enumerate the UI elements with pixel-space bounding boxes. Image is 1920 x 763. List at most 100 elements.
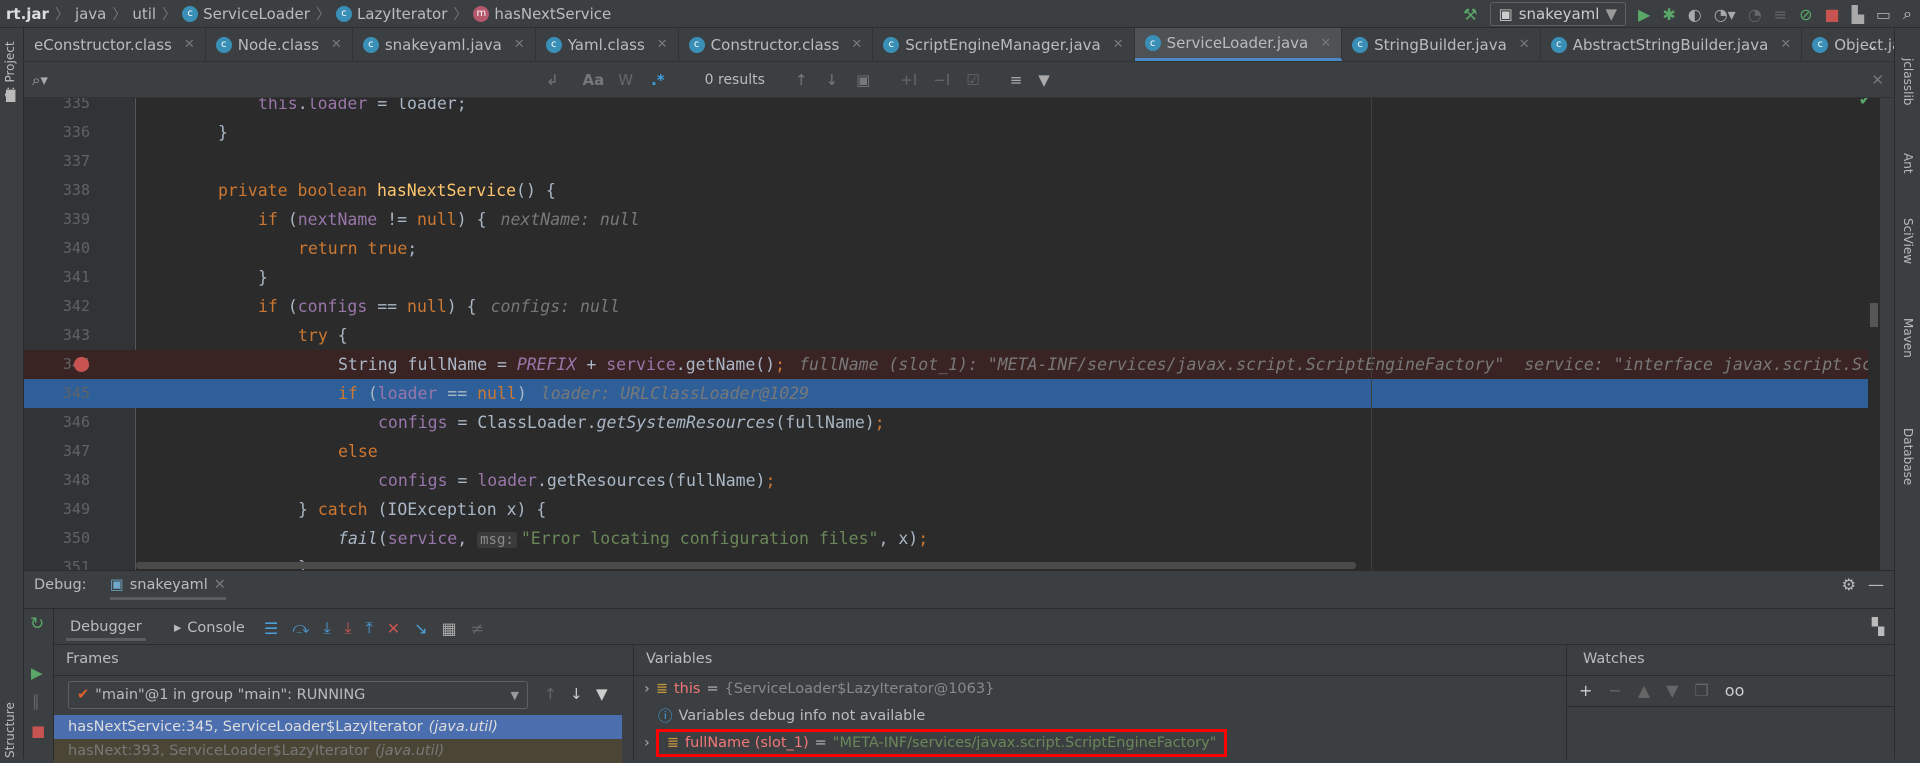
code-line[interactable]: 335 this.loader = loader; [24,98,1880,118]
close-session-icon[interactable]: ✕ [214,577,226,593]
prev-frame-icon[interactable]: ↑ [544,685,557,703]
tab-debugger[interactable]: Debugger [66,615,146,641]
close-tab-icon[interactable]: ✕ [1780,37,1791,52]
breadcrumb-hasnextservice[interactable]: m hasNextService [473,5,611,23]
step-out-icon[interactable]: ⤒ [366,618,373,638]
structure-tool-button[interactable]: Structure [3,702,17,758]
minimize-icon[interactable]: — [1868,575,1884,594]
sciview-tool-button[interactable]: SciView [1901,218,1915,264]
resume-icon[interactable]: ▶ [31,664,43,682]
line-number[interactable]: 345 [54,379,90,408]
code-line[interactable]: 348 configs = loader.getResources(fullNam… [24,466,1880,495]
line-number[interactable]: 336 [54,118,90,147]
select-all-icon[interactable]: ▣ [856,71,870,89]
frame-item[interactable]: hasNextService:345, ServiceLoader$LazyIt… [54,715,622,739]
code-line[interactable]: 337 [24,147,1880,176]
select-all-occurrences-icon[interactable]: ☑ [966,71,979,89]
next-occurrence-icon[interactable]: ↓ [825,71,838,89]
code-line[interactable]: 341} [24,263,1880,292]
line-number[interactable]: 350 [54,524,90,553]
line-number[interactable]: 343 [54,321,90,350]
tab-constructor-class[interactable]: c Constructor.class ✕ [678,28,874,61]
line-number[interactable]: 348 [54,466,90,495]
code-line[interactable]: 339 if (nextName != null) {nextName: null [24,205,1880,234]
code-line[interactable]: 347 else [24,437,1880,466]
debug-session-tab[interactable]: ▣ snakeyaml ✕ [110,577,226,600]
filter-frames-icon[interactable]: ▼ [596,685,608,703]
breakpoint-icon[interactable] [74,357,89,372]
code-editor[interactable]: 335 this.loader = loader; 336} 337 338 privat… [24,98,1880,570]
tab-econstructor-class[interactable]: eConstructor.class ✕ [24,28,206,61]
breadcrumb-util[interactable]: util [132,5,156,23]
step-over-icon[interactable]: ⤼ [292,618,309,638]
build-hammer-icon[interactable]: ⚒ [1463,5,1477,24]
close-tab-icon[interactable]: ✕ [184,37,195,52]
maven-tool-button[interactable]: Maven [1901,318,1915,358]
variable-this[interactable]: › ≣ this = {ServiceLoader$LazyIterator@1063} [644,681,994,697]
add-watch-icon[interactable]: + [1579,681,1592,700]
regex-toggle[interactable]: .* [651,71,665,89]
drop-frame-icon[interactable]: ✕ [387,619,400,638]
close-tab-icon[interactable]: ✕ [1519,37,1530,52]
search-icon[interactable]: ⌕▾ [32,71,48,89]
tab-console[interactable]: ▸ Console [174,615,245,641]
code-line[interactable]: 340 return true; [24,234,1880,263]
line-number[interactable]: 338 [54,176,90,205]
close-search-icon[interactable]: ✕ [1871,71,1884,89]
debug-bug-icon[interactable]: ✱ [1662,5,1675,24]
expand-chevron-icon[interactable]: › [644,681,650,697]
frame-item[interactable]: hasNext:393, ServiceLoader$LazyIterator(… [54,739,622,763]
close-tab-icon[interactable]: ✕ [657,37,668,52]
new-line-icon[interactable]: ↲ [546,71,559,89]
run-config-select[interactable]: ▣ snakeyaml ▼ [1489,2,1626,26]
tab-node-class[interactable]: c Node.class ✕ [205,28,353,61]
line-number[interactable]: 349 [54,495,90,524]
stop-icon[interactable]: ■ [1824,5,1839,24]
thread-select[interactable]: ✔ "main"@1 in group "main": RUNNING ▼ [68,681,528,709]
line-number[interactable]: 342 [54,292,90,321]
step-into-icon[interactable]: ⤓ [323,618,330,638]
expand-chevron-icon[interactable]: › [644,735,650,751]
add-selection-icon[interactable]: +I [900,71,917,89]
tab-snakeyaml-java[interactable]: c snakeyaml.java ✕ [352,28,536,61]
line-number[interactable]: 340 [54,234,90,263]
code-line[interactable]: 349} catch (IOException x) { [24,495,1880,524]
search-input[interactable] [55,72,536,87]
line-number[interactable]: 346 [54,408,90,437]
line-number[interactable]: 335 [54,98,90,118]
close-tab-icon[interactable]: ✕ [851,37,862,52]
line-number[interactable]: 339 [54,205,90,234]
match-case-toggle[interactable]: Aa [583,71,605,89]
close-tab-icon[interactable]: ✕ [1113,37,1124,52]
line-number[interactable]: 347 [54,437,90,466]
close-tab-icon[interactable]: ✕ [1320,36,1331,51]
rerun-icon[interactable]: ↻ [30,614,44,634]
close-tab-icon[interactable]: ✕ [514,37,525,52]
tab-object-java[interactable]: cObject.java✕ [1802,28,1894,61]
ant-tool-button[interactable]: Ant [1901,153,1915,174]
line-number[interactable]: 351 [54,553,90,570]
breadcrumb-rt-jar[interactable]: rt.jar [6,5,49,23]
prev-occurrence-icon[interactable]: ↑ [795,71,808,89]
remove-selection-icon[interactable]: −I [933,71,950,89]
force-step-into-icon[interactable]: ⤓ [345,618,352,638]
profile-icon[interactable]: ◔▾ [1714,5,1736,24]
filter-icon[interactable]: ▼ [1038,71,1050,89]
coverage-icon[interactable]: ◐ [1688,5,1702,24]
jclasslib-tool-button[interactable]: jclasslib [1901,58,1915,105]
evaluate-expression-icon[interactable]: ▦ [442,619,457,638]
tab-serviceloader-java[interactable]: c ServiceLoader.java ✕ [1134,28,1343,61]
code-line[interactable]: 342 if (configs == null) {configs: null [24,292,1880,321]
settings-gear-icon[interactable]: ⚙ [1842,575,1856,594]
run-to-cursor-icon[interactable]: ↘ [414,619,427,638]
next-frame-icon[interactable]: ↓ [570,685,583,703]
code-line[interactable]: 338 private boolean hasNextService() { [24,176,1880,205]
search-everywhere-icon[interactable]: ⌕ [1903,4,1912,24]
code-line[interactable]: 344String fullName = PREFIX + service.ge… [24,350,1880,379]
reload-classes-icon[interactable]: ⊘ [1799,5,1812,24]
database-tool-button[interactable]: Database [1901,428,1915,485]
code-line[interactable]: 346 configs = ClassLoader.getSystemResour… [24,408,1880,437]
words-toggle[interactable]: W [618,71,633,89]
glasses-icon[interactable]: oo [1725,681,1745,700]
line-number[interactable]: 341 [54,263,90,292]
